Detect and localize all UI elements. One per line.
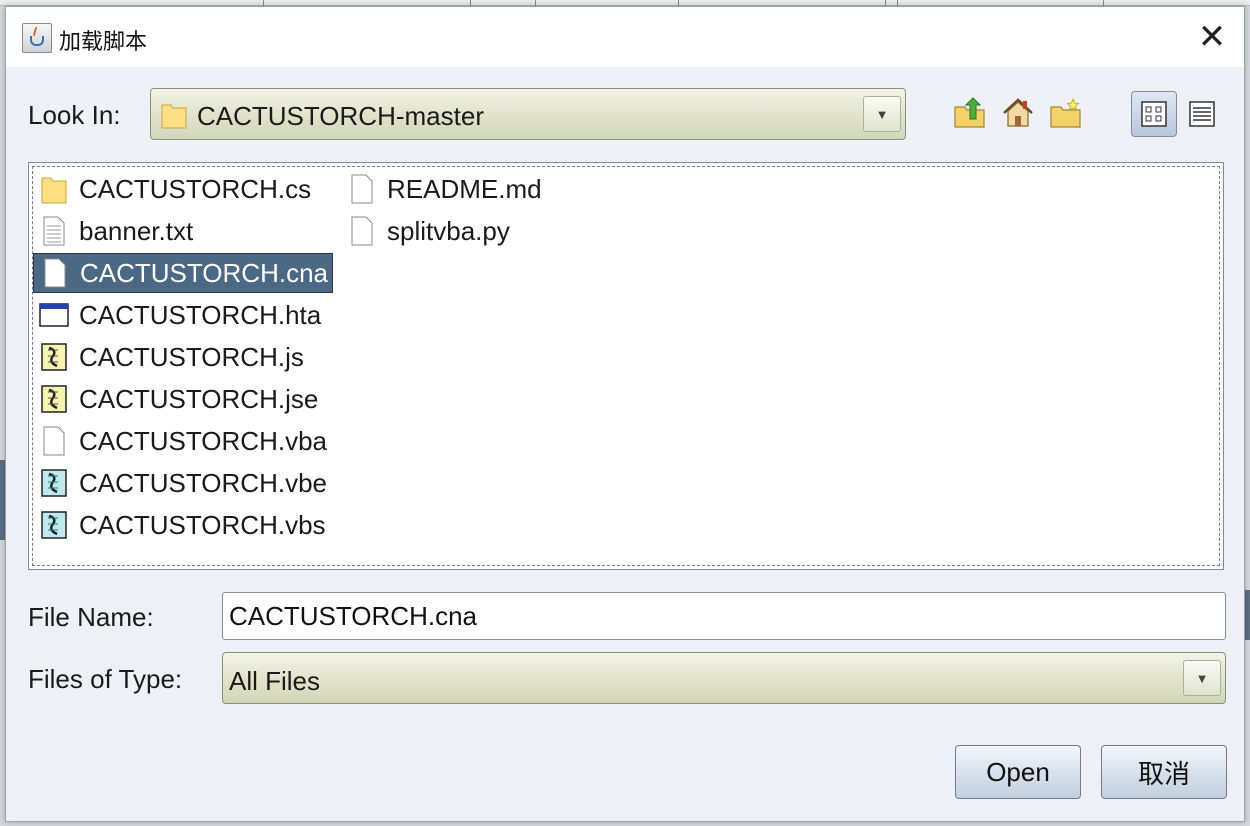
file-name: CACTUSTORCH.hta — [79, 299, 322, 330]
new-folder-button[interactable] — [1048, 95, 1084, 131]
files-of-type-value: All Files — [229, 666, 321, 696]
close-icon: ✕ — [1197, 18, 1227, 56]
file-name: CACTUSTORCH.js — [79, 341, 304, 372]
file-item[interactable]: splitvba.py — [341, 211, 514, 251]
vb-script-file-icon — [39, 509, 69, 541]
file-item[interactable]: CACTUSTORCH.vbs — [33, 505, 330, 545]
file-name: CACTUSTORCH.cs — [79, 173, 312, 204]
load-script-dialog: 加载脚本 ✕ Look In: CACTUSTORCH-master ▼ CAC… — [5, 6, 1245, 822]
file-name-field[interactable] — [222, 592, 1226, 640]
file-icon — [347, 215, 377, 247]
file-icon — [40, 257, 70, 289]
list-view-button[interactable] — [1131, 91, 1177, 137]
file-name: CACTUSTORCH.jse — [79, 383, 319, 414]
folder-up-icon — [954, 97, 985, 128]
file-item-selected[interactable]: CACTUSTORCH.cna — [33, 253, 334, 293]
up-one-level-button[interactable] — [952, 95, 988, 131]
home-button[interactable] — [1000, 95, 1036, 131]
file-item[interactable]: README.md — [341, 169, 546, 209]
file-item[interactable]: CACTUSTORCH.jse — [33, 379, 322, 419]
window-file-icon — [39, 299, 69, 331]
file-item[interactable]: CACTUSTORCH.cs — [33, 169, 315, 209]
chevron-down-icon[interactable]: ▼ — [1183, 660, 1221, 696]
dialog-title: 加载脚本 — [59, 29, 148, 54]
title-bar: 加载脚本 ✕ — [6, 7, 1244, 67]
file-item[interactable]: CACTUSTORCH.js — [33, 337, 308, 377]
look-in-value: CACTUSTORCH-master — [197, 101, 484, 131]
file-icon — [347, 173, 377, 205]
file-item[interactable]: CACTUSTORCH.vba — [33, 421, 331, 461]
file-item[interactable]: CACTUSTORCH.hta — [33, 295, 325, 335]
cancel-button[interactable]: 取消 — [1101, 745, 1227, 799]
look-in-label: Look In: — [28, 100, 121, 130]
chevron-down-icon[interactable]: ▼ — [863, 96, 901, 132]
file-item[interactable]: CACTUSTORCH.vbe — [33, 463, 331, 503]
java-icon — [22, 23, 52, 53]
file-name-label: File Name: — [28, 602, 154, 632]
new-folder-icon — [1050, 97, 1081, 128]
folder-icon — [161, 101, 187, 134]
file-name: CACTUSTORCH.cna — [80, 257, 329, 288]
open-button[interactable]: Open — [955, 745, 1081, 799]
file-name: CACTUSTORCH.vba — [79, 425, 328, 456]
script-file-icon — [39, 341, 69, 373]
file-icon — [39, 425, 69, 457]
close-button[interactable]: ✕ — [1192, 17, 1232, 57]
text-file-icon — [39, 215, 69, 247]
file-name: splitvba.py — [387, 215, 510, 246]
files-of-type-combobox[interactable]: All Files ▼ — [222, 652, 1226, 704]
look-in-combobox[interactable]: CACTUSTORCH-master ▼ — [150, 88, 906, 140]
details-view-icon — [1189, 101, 1215, 127]
home-icon — [1003, 98, 1033, 127]
file-name: README.md — [387, 173, 542, 204]
script-file-icon — [39, 383, 69, 415]
folder-icon — [39, 173, 69, 205]
details-view-button[interactable] — [1179, 91, 1225, 137]
files-of-type-label: Files of Type: — [28, 664, 183, 694]
file-list[interactable]: CACTUSTORCH.cs banner.txt CACTUSTORCH.cn… — [28, 162, 1224, 570]
file-name: banner.txt — [79, 215, 194, 246]
file-name: CACTUSTORCH.vbs — [79, 509, 326, 540]
list-view-icon — [1141, 101, 1167, 127]
vb-script-file-icon — [39, 467, 69, 499]
file-item[interactable]: banner.txt — [33, 211, 197, 251]
file-name: CACTUSTORCH.vbe — [79, 467, 328, 498]
